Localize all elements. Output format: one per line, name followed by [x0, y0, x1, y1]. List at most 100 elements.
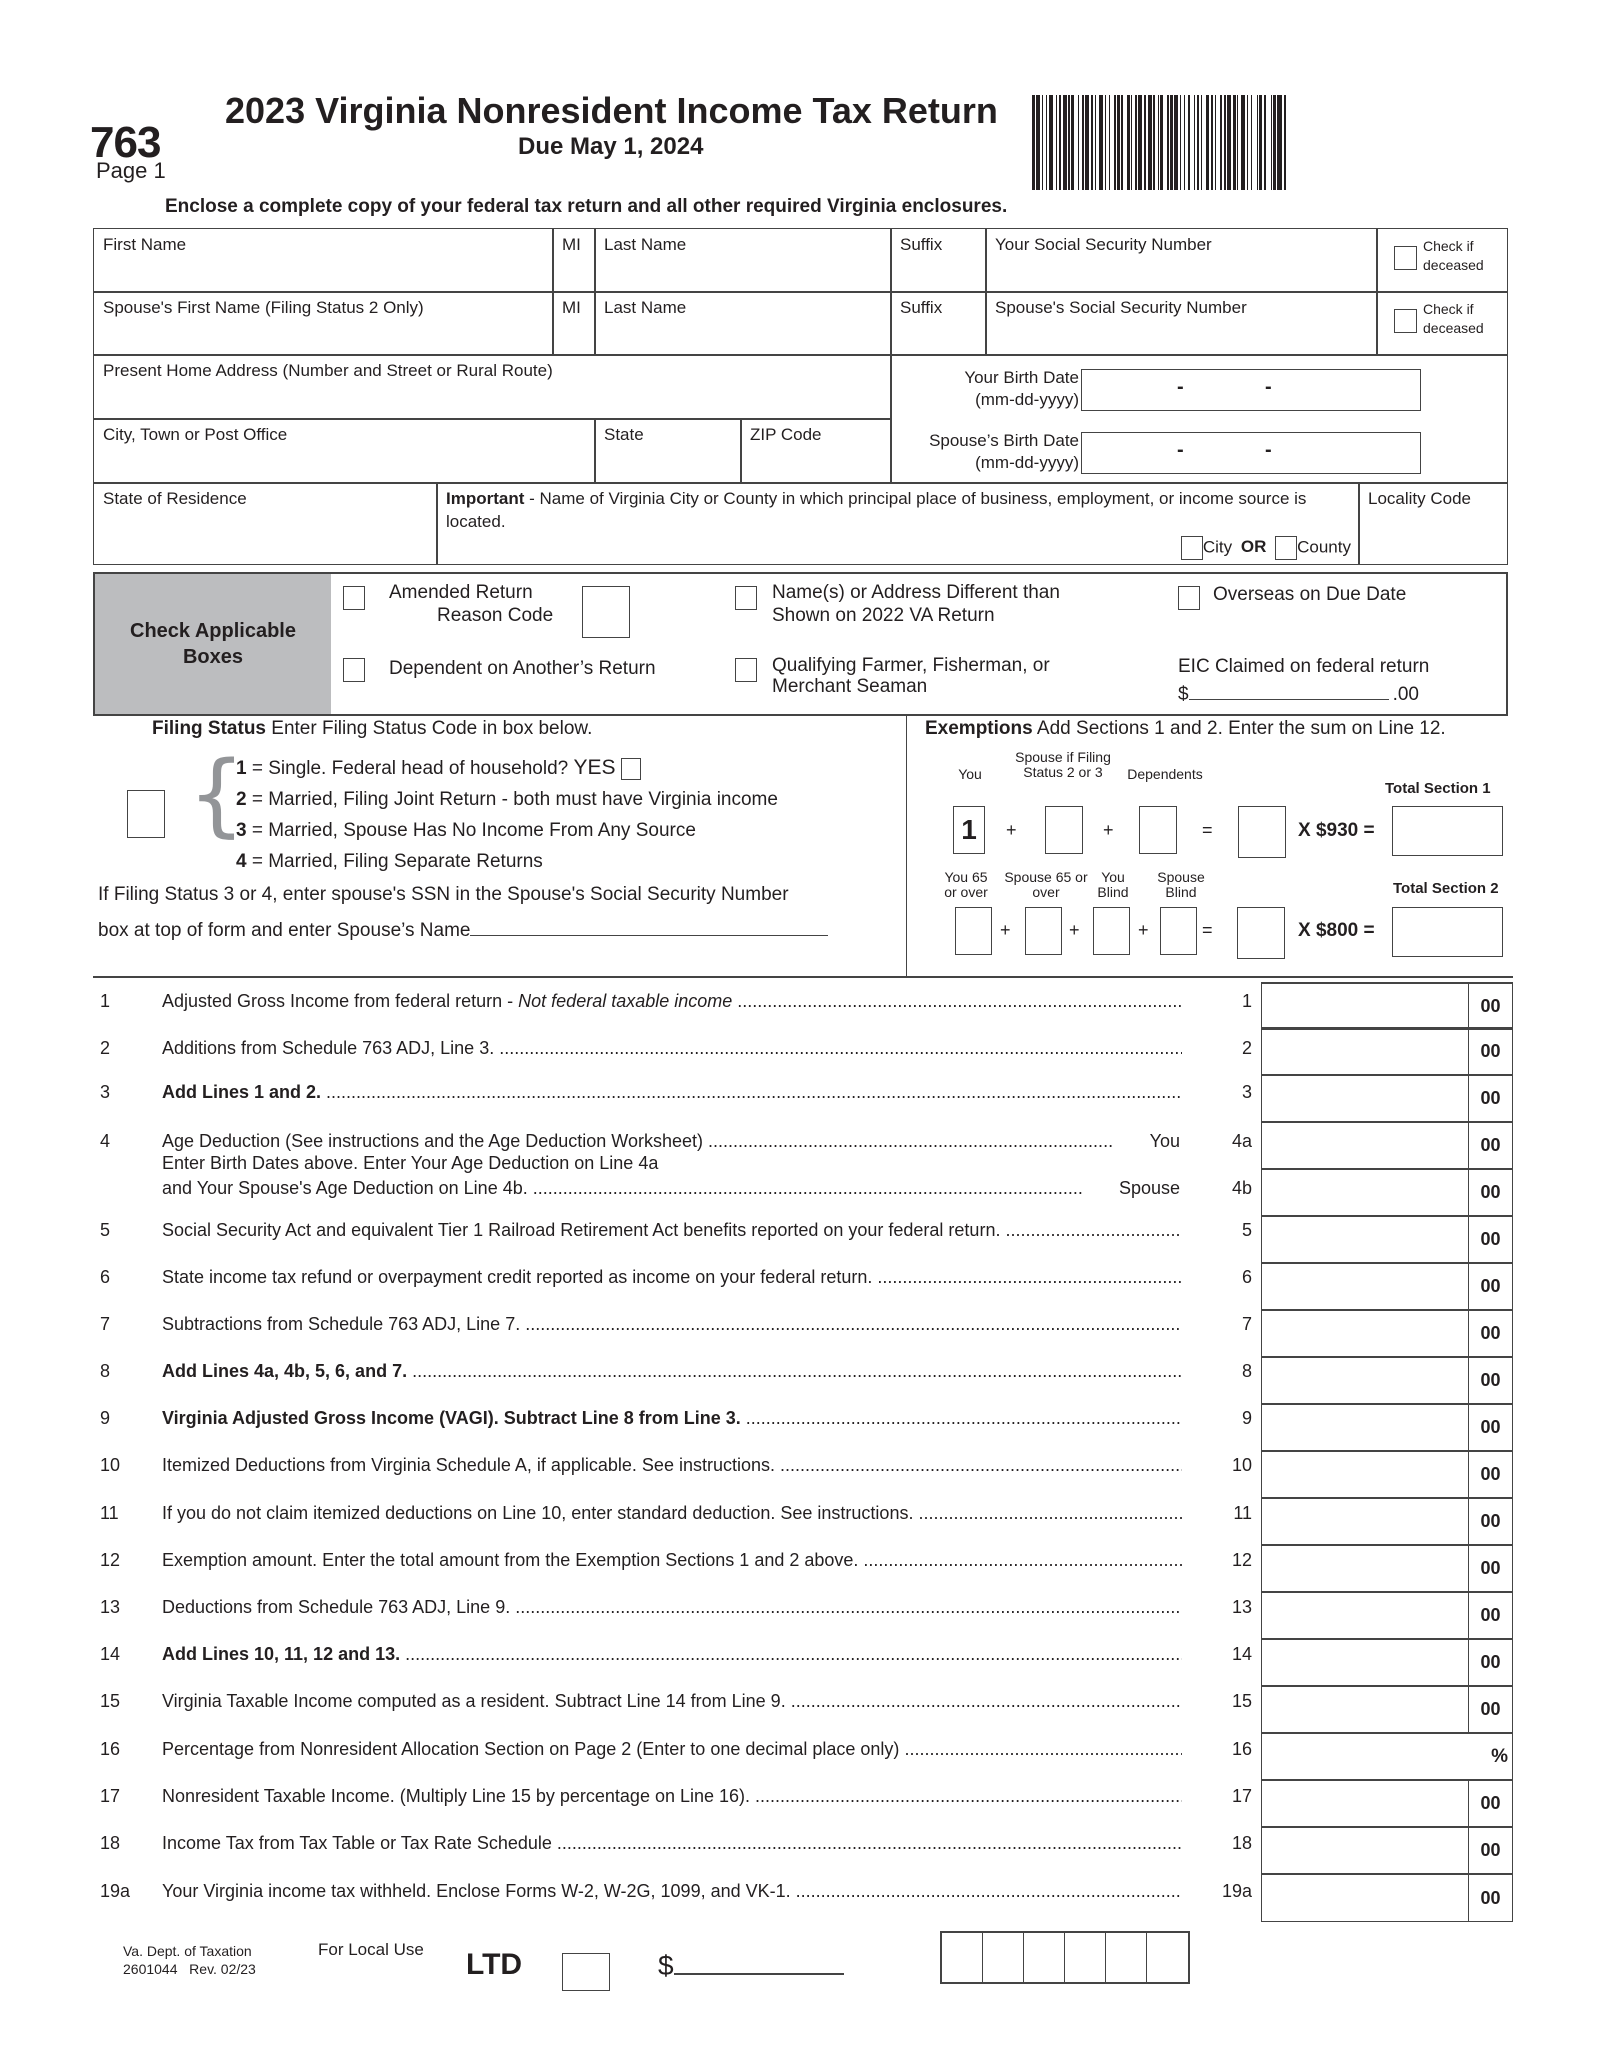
line-cents: 00: [1468, 1170, 1512, 1215]
line-reference: 4a: [1231, 1131, 1252, 1151]
spouse-birth-date-input[interactable]: --: [1081, 432, 1421, 474]
line-amount-input[interactable]: 00: [1261, 1027, 1513, 1075]
line-amount-input[interactable]: 00: [1261, 1873, 1513, 1922]
spouse-name-field[interactable]: box at top of form and enter Spouse’s Na…: [98, 920, 829, 942]
check-applicable-section: Check Applicable Boxes Amended Return Rea…: [93, 572, 1508, 716]
overseas-checkbox[interactable]: [1178, 586, 1200, 610]
last-name-field[interactable]: Last Name: [594, 228, 892, 293]
spouse-suffix-field[interactable]: Suffix: [890, 291, 987, 356]
barcode-bar: [1285, 95, 1288, 190]
local-use-boxes: [940, 1931, 1190, 1984]
locality-code-field[interactable]: Locality Code: [1358, 482, 1508, 565]
local-use-box[interactable]: [942, 1933, 983, 1982]
locality-name-field[interactable]: Important - Name of Virginia City or Cou…: [436, 482, 1360, 565]
spouse-last-name-field[interactable]: Last Name: [594, 291, 892, 356]
line-amount-input[interactable]: 00: [1261, 1591, 1513, 1639]
amended-checkbox[interactable]: [343, 586, 365, 610]
zip-field[interactable]: ZIP Code: [740, 418, 892, 484]
farmer-checkbox[interactable]: [735, 658, 757, 682]
exemption-sec2-sum-input[interactable]: [1237, 907, 1285, 959]
spouse-first-name-label: Spouse's First Name (Filing Status 2 Onl…: [103, 298, 424, 317]
line-number: 3: [100, 1082, 111, 1102]
total-section-2-input[interactable]: [1392, 907, 1503, 957]
exemption-you-blind-input[interactable]: [1093, 907, 1130, 955]
mi-field[interactable]: MI: [552, 228, 596, 293]
line-amount-input[interactable]: 00: [1261, 1826, 1513, 1874]
exemption-you-input[interactable]: 1: [953, 806, 985, 854]
reason-code-input[interactable]: [582, 586, 630, 638]
total-section-1-input[interactable]: [1392, 806, 1503, 856]
line-description: State income tax refund or overpayment c…: [162, 1267, 1182, 1288]
ssn-field[interactable]: Your Social Security Number: [985, 228, 1378, 293]
exemption-label-you: You: [958, 766, 982, 782]
line-cents: 00: [1468, 1546, 1512, 1591]
line-amount-input[interactable]: 00: [1261, 982, 1513, 1030]
state-field[interactable]: State: [594, 418, 742, 484]
city-checkbox[interactable]: [1180, 536, 1203, 560]
exemption-sec1-sum-input[interactable]: [1238, 806, 1286, 858]
spouse-ssn-note: If Filing Status 3 or 4, enter spouse's …: [98, 884, 789, 905]
exemption-spouse-65-input[interactable]: [1025, 907, 1062, 955]
address-field[interactable]: Present Home Address (Number and Street …: [93, 354, 892, 420]
line-amount-input[interactable]: 00: [1261, 1638, 1513, 1686]
your-birth-date-input[interactable]: --: [1081, 369, 1421, 411]
spouse-first-name-field[interactable]: Spouse's First Name (Filing Status 2 Onl…: [93, 291, 554, 356]
head-of-household-checkbox[interactable]: [620, 757, 641, 780]
line-amount-input[interactable]: 00: [1261, 1544, 1513, 1592]
suffix-field[interactable]: Suffix: [890, 228, 987, 293]
line-number: 10: [100, 1455, 121, 1475]
county-checkbox[interactable]: [1275, 536, 1298, 560]
spouse-deceased-checkbox[interactable]: [1394, 309, 1417, 333]
line-amount-input[interactable]: 00: [1261, 1685, 1513, 1733]
line-reference: 19a: [1221, 1881, 1252, 1901]
line-amount-input[interactable]: 00: [1261, 1403, 1513, 1451]
line-cents: 00: [1468, 984, 1512, 1029]
line-amount-input[interactable]: 00: [1261, 1450, 1513, 1498]
dependent-checkbox[interactable]: [343, 658, 365, 682]
line-amount-input[interactable]: %: [1261, 1732, 1513, 1780]
line-amount-input[interactable]: 00: [1261, 1262, 1513, 1310]
line-number: 18: [100, 1833, 121, 1853]
ltd-amount-field[interactable]: $: [658, 1950, 844, 1982]
line-amount-input[interactable]: 00: [1261, 1779, 1513, 1827]
line-amount-input[interactable]: 00: [1261, 1074, 1513, 1122]
name-address-different-checkbox[interactable]: [735, 586, 757, 610]
filing-status-options: 1 = Single. Federal head of household? Y…: [236, 752, 778, 877]
line-description: Social Security Act and equivalent Tier …: [162, 1220, 1182, 1241]
line-amount-input[interactable]: 00: [1261, 1121, 1513, 1169]
ltd-checkbox[interactable]: [562, 1953, 610, 1991]
exemption-dependents-input[interactable]: [1139, 806, 1177, 854]
spouse-ssn-field[interactable]: Spouse's Social Security Number: [985, 291, 1378, 356]
exemption-spouse-blind-input[interactable]: [1160, 907, 1197, 955]
spouse-mi-field[interactable]: MI: [552, 291, 596, 356]
local-use-box[interactable]: [1024, 1933, 1065, 1982]
eic-amount-field[interactable]: $ .00: [1178, 684, 1419, 706]
local-use-box[interactable]: [1147, 1933, 1188, 1982]
line-amount-input[interactable]: 00: [1261, 1356, 1513, 1404]
zip-label: ZIP Code: [750, 425, 822, 444]
line-amount-input[interactable]: 00: [1261, 1309, 1513, 1357]
line-cents: 00: [1468, 1311, 1512, 1356]
line-number: 7: [100, 1314, 111, 1334]
exemption-you-65-input[interactable]: [955, 907, 992, 955]
city-field[interactable]: City, Town or Post Office: [93, 418, 596, 484]
state-of-residence-field[interactable]: State of Residence: [93, 482, 438, 565]
check-applicable-heading: Check Applicable Boxes: [95, 574, 331, 714]
line-cents: 00: [1468, 1828, 1512, 1873]
line-amount-input[interactable]: 00: [1261, 1497, 1513, 1545]
line-amount-input[interactable]: 00: [1261, 1215, 1513, 1263]
line-number: 14: [100, 1644, 121, 1664]
first-name-field[interactable]: First Name: [93, 228, 554, 293]
dependent-label: Dependent on Another’s Return: [389, 658, 656, 679]
spouse-ssn-label: Spouse's Social Security Number: [995, 298, 1247, 317]
last-name-label: Last Name: [604, 235, 687, 254]
local-use-box[interactable]: [1106, 1933, 1147, 1982]
deceased-checkbox[interactable]: [1394, 246, 1417, 270]
exemption-spouse-input[interactable]: [1045, 806, 1083, 854]
plus-sign: +: [1138, 920, 1149, 940]
filing-status-code-input[interactable]: [127, 790, 165, 838]
line-amount-input[interactable]: 00: [1261, 1168, 1513, 1216]
city-county-choice: City OR County: [1180, 536, 1351, 560]
local-use-box[interactable]: [1065, 1933, 1106, 1982]
local-use-box[interactable]: [983, 1933, 1024, 1982]
